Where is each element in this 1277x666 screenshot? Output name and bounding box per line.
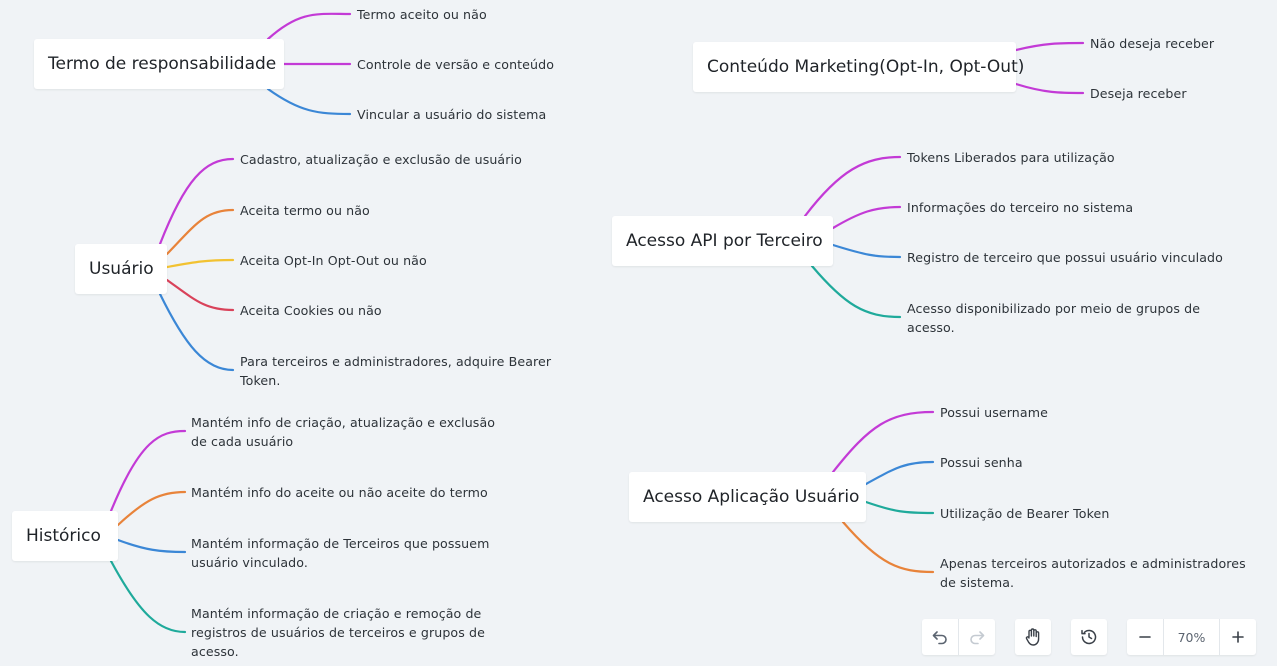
link-usuario-3 <box>165 258 235 269</box>
leaf-deseja[interactable]: Deseja receber <box>1090 84 1187 103</box>
topic-acesso-api[interactable]: Acesso API por Terceiro <box>612 216 833 266</box>
leaf-info-criacao[interactable]: Mantém info de criação, atualização e ex… <box>191 413 501 451</box>
history-button[interactable] <box>1071 619 1107 655</box>
link-historico-1 <box>109 429 187 513</box>
history-group <box>1071 619 1107 655</box>
link-aplicacao-3 <box>864 500 935 515</box>
leaf-info-registros[interactable]: Mantém informação de criação e remoção d… <box>191 604 501 661</box>
plus-icon <box>1232 631 1244 643</box>
topic-historico[interactable]: Histórico <box>12 511 118 561</box>
leaf-informacoes-terceiro[interactable]: Informações do terceiro no sistema <box>907 198 1133 217</box>
undo-redo-group <box>922 619 995 655</box>
link-historico-3 <box>116 538 187 554</box>
link-api-3 <box>831 243 902 259</box>
leaf-aceita-optin[interactable]: Aceita Opt-In Opt-Out ou não <box>240 251 427 270</box>
leaf-termo-aceito[interactable]: Termo aceito ou não <box>357 5 487 24</box>
leaf-acesso-grupos[interactable]: Acesso disponibilizado por meio de grupo… <box>907 299 1207 337</box>
leaf-registro-terceiro[interactable]: Registro de terceiro que possui usuário … <box>907 248 1223 267</box>
leaf-info-terceiros[interactable]: Mantém informação de Terceiros que possu… <box>191 534 501 572</box>
undo-button[interactable] <box>922 619 958 655</box>
leaf-controle-versao[interactable]: Controle de versão e conteúdo <box>357 55 554 74</box>
leaf-possui-username[interactable]: Possui username <box>940 403 1048 422</box>
link-api-1 <box>803 155 902 218</box>
zoom-in-button[interactable] <box>1220 619 1256 655</box>
link-termo-3 <box>266 87 352 116</box>
link-aplicacao-4 <box>841 520 935 574</box>
link-usuario-1 <box>158 157 235 246</box>
leaf-aceita-termo[interactable]: Aceita termo ou não <box>240 201 370 220</box>
hand-icon <box>1025 628 1040 646</box>
link-marketing-2 <box>1014 82 1085 95</box>
zoom-level[interactable]: 70% <box>1164 630 1220 645</box>
minus-icon <box>1139 636 1151 638</box>
link-usuario-2 <box>165 208 235 256</box>
link-historico-4 <box>109 559 187 634</box>
link-usuario-5 <box>158 292 235 372</box>
zoom-out-button[interactable] <box>1127 619 1163 655</box>
leaf-vincular-usuario[interactable]: Vincular a usuário do sistema <box>357 105 546 124</box>
leaf-bearer-token[interactable]: Para terceiros e administradores, adquir… <box>240 352 560 390</box>
leaf-tokens-liberados[interactable]: Tokens Liberados para utilização <box>907 148 1115 167</box>
link-termo-1 <box>266 12 352 41</box>
leaf-possui-senha[interactable]: Possui senha <box>940 453 1023 472</box>
leaf-apenas-terceiros[interactable]: Apenas terceiros autorizados e administr… <box>940 554 1255 592</box>
history-icon <box>1081 629 1097 645</box>
topic-acesso-aplicacao[interactable]: Acesso Aplicação Usuário <box>629 472 866 522</box>
leaf-info-aceite[interactable]: Mantém info do aceite ou não aceite do t… <box>191 483 488 502</box>
link-historico-2 <box>116 490 187 527</box>
link-marketing-1 <box>1014 41 1085 52</box>
topic-termo-de-responsabilidade[interactable]: Termo de responsabilidade <box>34 39 284 89</box>
redo-icon <box>970 631 985 645</box>
link-api-4 <box>810 264 902 319</box>
hand-tool-button[interactable] <box>1015 619 1051 655</box>
leaf-aceita-cookies[interactable]: Aceita Cookies ou não <box>240 301 382 320</box>
leaf-cadastro-usuario[interactable]: Cadastro, atualização e exclusão de usuá… <box>240 150 522 169</box>
link-usuario-4 <box>165 278 235 312</box>
leaf-nao-deseja[interactable]: Não deseja receber <box>1090 34 1214 53</box>
leaf-utilizacao-bearer[interactable]: Utilização de Bearer Token <box>940 504 1109 523</box>
link-api-2 <box>831 205 902 230</box>
topic-conteudo-marketing[interactable]: Conteúdo Marketing(Opt-In, Opt-Out) <box>693 42 1024 92</box>
undo-icon <box>932 631 947 645</box>
link-aplicacao-2 <box>864 460 935 486</box>
zoom-controls: 70% <box>1127 619 1256 655</box>
link-aplicacao-1 <box>831 410 935 474</box>
topic-usuario[interactable]: Usuário <box>75 244 167 294</box>
redo-button[interactable] <box>959 619 995 655</box>
pan-tool-group <box>1015 619 1051 655</box>
